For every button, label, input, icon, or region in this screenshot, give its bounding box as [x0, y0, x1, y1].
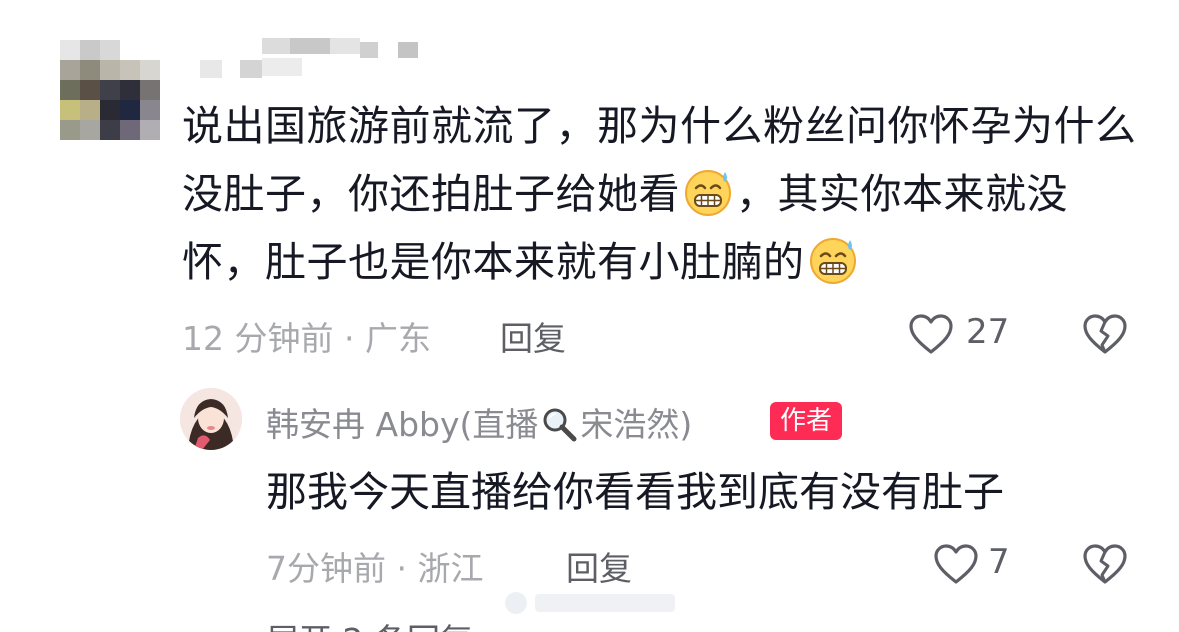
- author-name-part-2: 宋浩然): [580, 405, 693, 444]
- grinning-sweat-emoji-icon: [809, 238, 856, 284]
- reply-like-count: 7: [988, 542, 1010, 582]
- magnifying-glass-icon: [543, 408, 577, 442]
- watermark: [505, 586, 680, 620]
- author-badge: 作者: [770, 402, 843, 440]
- reply-body: 那我今天直播给你看看我到底有没有肚子: [266, 468, 1004, 516]
- author-name[interactable]: 韩安冉 Abby(直播 宋浩然): [266, 398, 692, 446]
- reply-button[interactable]: 回复: [500, 312, 566, 360]
- commenter-name-blurred[interactable]: [200, 38, 430, 78]
- comment-thread: 说出国旅游前就流了，那为什么粉丝问你怀孕为什么没肚子，你还拍肚子给她看 ，其实你…: [0, 0, 1179, 632]
- comment-meta: 12 分钟前 · 广东 回复 27: [182, 308, 1142, 358]
- author-name-part-1: 韩安冉 Abby(直播: [266, 405, 539, 444]
- broken-heart-icon[interactable]: [1081, 542, 1129, 586]
- reply-meta: 7分钟前 · 浙江 回复 7: [266, 538, 1166, 588]
- heart-icon[interactable]: [932, 542, 980, 586]
- reply-time-location: 7分钟前 · 浙江: [266, 549, 484, 588]
- expand-replies-button[interactable]: 展开 2 条回复: [266, 614, 473, 632]
- like-count: 27: [966, 312, 1010, 352]
- commenter-avatar[interactable]: [60, 40, 160, 140]
- author-avatar-icon: [180, 388, 242, 450]
- broken-heart-icon[interactable]: [1081, 312, 1129, 356]
- reply-reply-button[interactable]: 回复: [566, 542, 632, 590]
- author-avatar[interactable]: [180, 388, 242, 450]
- comment-body: 说出国旅游前就流了，那为什么粉丝问你怀孕为什么没肚子，你还拍肚子给她看 ，其实你…: [182, 92, 1142, 296]
- comment-time-location: 12 分钟前 · 广东: [182, 319, 431, 358]
- grinning-sweat-emoji-icon: [685, 170, 731, 216]
- heart-icon[interactable]: [907, 312, 955, 356]
